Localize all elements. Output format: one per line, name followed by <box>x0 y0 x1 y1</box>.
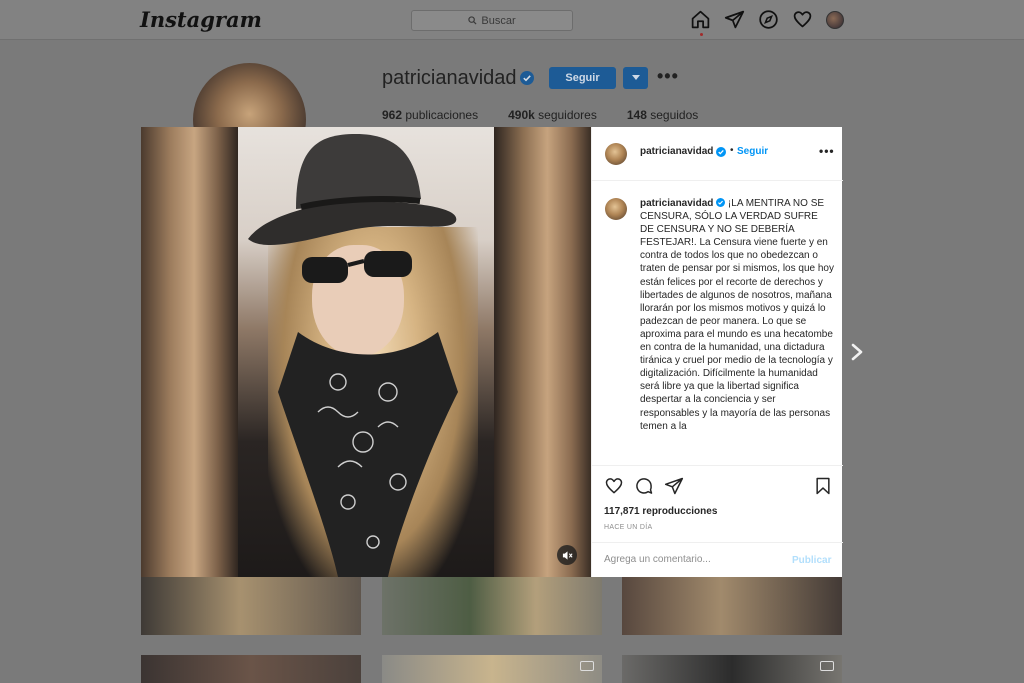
video-indicator-icon <box>580 661 594 671</box>
profile-avatar[interactable] <box>826 10 844 29</box>
grid-post-thumbnail[interactable] <box>141 655 361 683</box>
view-count[interactable]: 117,871 reproducciones <box>604 506 717 517</box>
mute-toggle-button[interactable] <box>557 545 577 565</box>
stat-following[interactable]: 148 seguidos <box>627 108 698 122</box>
profile-options-icon[interactable]: ••• <box>657 66 679 87</box>
separator-dot: • <box>730 145 734 156</box>
caption-username[interactable]: patricianavidad <box>640 198 713 209</box>
search-icon <box>468 16 477 25</box>
explore-icon[interactable] <box>758 9 779 30</box>
stat-posts: 962 publicaciones <box>382 108 479 122</box>
caption-author-avatar[interactable] <box>605 198 627 220</box>
post-actions: 117,871 reproducciones HACE UN DÍA Publi… <box>592 465 843 577</box>
profile-stats: 962 publicaciones 490k seguidores 148 se… <box>382 108 698 122</box>
profile-username: patricianavidad <box>382 67 517 89</box>
verified-badge-icon <box>520 71 534 85</box>
like-heart-icon[interactable] <box>604 476 624 496</box>
bandana-scarf-shape <box>278 332 458 577</box>
post-timestamp: HACE UN DÍA <box>604 524 653 531</box>
activity-heart-icon[interactable] <box>792 9 813 30</box>
comment-bar: Publicar <box>592 542 843 578</box>
caption-text: ¡LA MENTIRA NO SE CENSURA, SÓLO LA VERDA… <box>640 198 834 432</box>
post-options-icon[interactable]: ••• <box>819 144 835 158</box>
author-username[interactable]: patricianavidad <box>640 146 713 157</box>
grid-post-thumbnail[interactable] <box>141 575 361 635</box>
grid-post-thumbnail[interactable] <box>382 575 602 635</box>
next-post-arrow-icon[interactable] <box>848 342 866 362</box>
comment-icon[interactable] <box>634 476 654 496</box>
verified-badge-icon <box>716 198 726 207</box>
video-blur-left <box>141 127 238 577</box>
grid-post-thumbnail[interactable] <box>622 655 842 683</box>
caret-down-icon <box>631 75 640 80</box>
direct-icon[interactable] <box>724 9 745 30</box>
notification-dot <box>700 33 703 36</box>
follow-button[interactable]: Seguir <box>549 67 616 89</box>
post-header: patricianavidad • Seguir ••• <box>592 127 843 181</box>
video-indicator-icon <box>820 661 834 671</box>
instagram-logo[interactable]: Instagram <box>140 7 262 32</box>
search-box[interactable]: Buscar <box>411 10 573 31</box>
grid-post-thumbnail[interactable] <box>622 575 842 635</box>
publish-comment-button[interactable]: Publicar <box>792 555 831 566</box>
suggestions-dropdown-button[interactable] <box>623 67 648 89</box>
comment-input[interactable] <box>604 554 774 565</box>
video-frame <box>238 127 494 577</box>
stat-followers[interactable]: 490k seguidores <box>508 108 597 122</box>
post-modal: patricianavidad • Seguir ••• patricianav… <box>141 127 843 577</box>
muted-speaker-icon <box>562 550 573 560</box>
home-icon[interactable] <box>690 9 711 30</box>
hat-shape <box>248 134 457 245</box>
post-caption: patricianavidad ¡LA MENTIRA NO SE CENSUR… <box>640 197 834 465</box>
top-nav: Instagram Buscar <box>0 0 1024 40</box>
save-bookmark-icon[interactable] <box>813 476 833 496</box>
grid-post-thumbnail[interactable] <box>382 655 602 683</box>
post-follow-link[interactable]: Seguir <box>737 146 768 157</box>
verified-badge-icon <box>716 147 726 157</box>
author-avatar[interactable] <box>605 143 627 165</box>
post-side-panel: patricianavidad • Seguir ••• patricianav… <box>591 127 843 577</box>
share-icon[interactable] <box>664 476 684 496</box>
search-placeholder: Buscar <box>481 14 516 27</box>
video-blur-right <box>494 127 591 577</box>
post-video[interactable] <box>141 127 591 577</box>
